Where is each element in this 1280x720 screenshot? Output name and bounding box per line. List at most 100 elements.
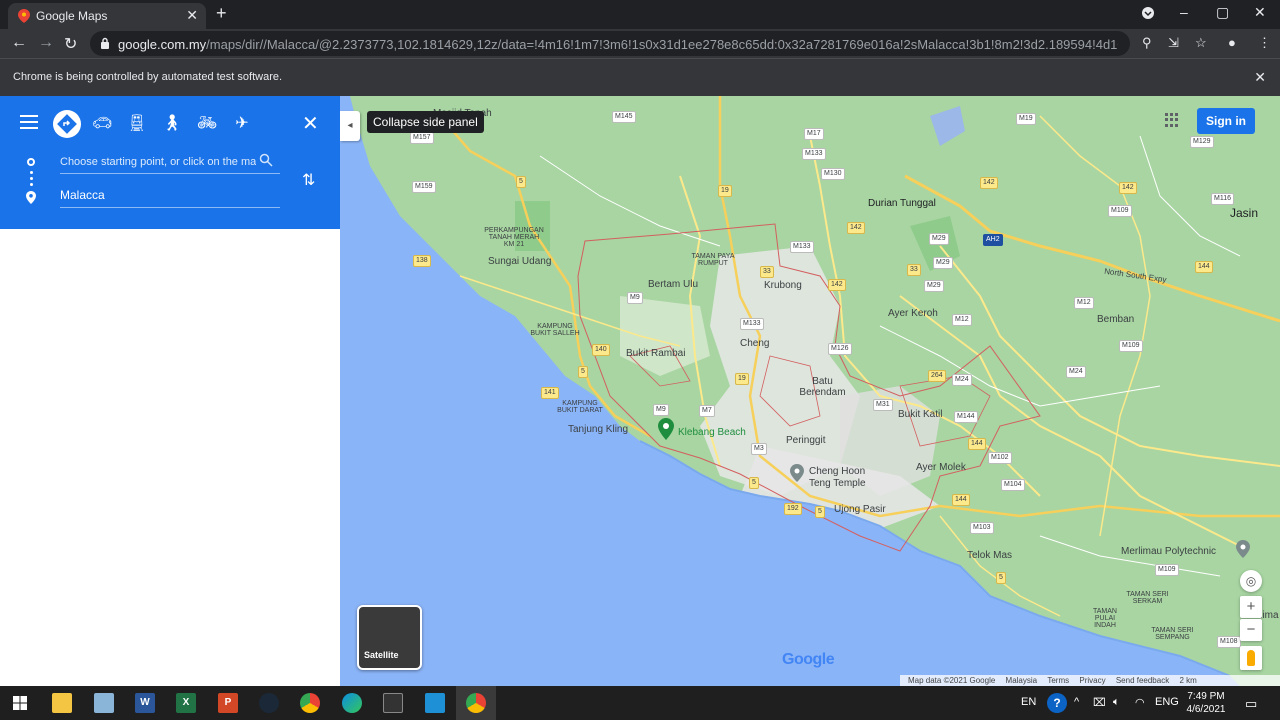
place-bukit-katil[interactable]: Bukit Katil (898, 409, 942, 420)
app-icon[interactable] (425, 693, 445, 713)
place-taman-seri-serkam[interactable]: TAMAN SERI SERKAM (1125, 591, 1170, 605)
google-logo: Google (782, 651, 835, 669)
maximize-icon[interactable]: ▢ (1216, 4, 1229, 21)
place-merlimau-polytechnic[interactable]: Merlimau Polytechnic (1121, 546, 1216, 557)
place-jasin[interactable]: Jasin (1230, 206, 1258, 220)
satellite-layer-toggle[interactable]: Satellite (357, 605, 422, 670)
place-ujong-pasir[interactable]: Ujong Pasir (834, 504, 886, 515)
place-taman-paya-rumput[interactable]: TAMAN PAYA RUMPUT (688, 253, 738, 267)
walk-icon[interactable]: 🚶︎ (159, 112, 185, 136)
volume-icon[interactable]: 🔈︎ (1113, 696, 1120, 709)
place-telok-mas[interactable]: Telok Mas (967, 550, 1012, 561)
place-bertam-ulu[interactable]: Bertam Ulu (648, 279, 698, 290)
place-krubong[interactable]: Krubong (764, 280, 802, 291)
place-cheng-hoon-teng-temple[interactable]: Cheng Hoon Teng Temple (809, 466, 879, 490)
place-peringgit[interactable]: Peringgit (786, 435, 825, 446)
bicycle-icon[interactable]: 🚲︎ (194, 112, 220, 136)
starting-point-field[interactable] (60, 152, 280, 174)
place-bemban[interactable]: Bemban (1097, 314, 1134, 325)
terms-link[interactable]: Terms (1047, 676, 1069, 685)
place-taman-seri-sempang[interactable]: TAMAN SERI SEMPANG (1150, 627, 1195, 641)
network-icon[interactable]: ⌧ (1093, 696, 1106, 709)
map-attribution: Map data ©2021 Google Malaysia Terms Pri… (900, 675, 1280, 686)
tray-overflow-icon[interactable]: ^ (1074, 696, 1079, 708)
notepad-icon[interactable] (94, 693, 114, 713)
input-language-indicator[interactable]: ENG (1155, 696, 1179, 708)
install-app-icon[interactable]: ⇲ (1168, 35, 1179, 51)
account-icon[interactable]: ● (1228, 35, 1236, 50)
word-icon[interactable]: W (135, 693, 155, 713)
place-batu-berendam[interactable]: Batu Berendam (795, 376, 850, 398)
place-kampung-bukit-darat[interactable]: KAMPUNG BUKIT DARAT (555, 400, 605, 414)
destination-field[interactable]: Malacca (60, 186, 280, 208)
starting-point-input[interactable] (60, 156, 256, 168)
place-sungai-udang[interactable]: Sungai Udang (488, 256, 551, 267)
region-link[interactable]: Malaysia (1006, 676, 1038, 685)
transit-icon[interactable]: 🚆︎ (124, 112, 150, 136)
privacy-link[interactable]: Privacy (1079, 676, 1105, 685)
browser-tab-google-maps[interactable]: Google Maps ✕ (8, 3, 206, 29)
close-directions-icon[interactable]: ✕ (302, 111, 319, 136)
reload-icon[interactable]: ↻ (64, 34, 77, 54)
windows-start-icon[interactable] (13, 696, 27, 710)
menu-icon[interactable] (20, 115, 38, 129)
wifi-icon[interactable]: ◠ (1135, 696, 1145, 709)
steam-icon[interactable] (259, 693, 279, 713)
place-tanjung-kling[interactable]: Tanjung Kling (568, 424, 628, 435)
road-shield: 144 (968, 438, 986, 450)
place-kampung-bukit-salleh[interactable]: KAMPUNG BUKIT SALLEH (530, 323, 580, 337)
tab-close-icon[interactable]: ✕ (186, 7, 198, 24)
pegman-street-view-icon[interactable] (1240, 646, 1262, 670)
address-bar[interactable]: google.com.my/maps/dir//Malacca/@2.23737… (90, 31, 1130, 56)
sign-in-button[interactable]: Sign in (1197, 108, 1255, 134)
minimize-icon[interactable]: – (1180, 4, 1188, 20)
collapse-panel-button[interactable]: ◂ (340, 111, 360, 141)
chrome-active-icon[interactable] (466, 693, 486, 713)
map-canvas[interactable]: Masjid Tanah Durian Tunggal Jasin Sungai… (340, 96, 1280, 686)
school-pin-icon[interactable] (1236, 540, 1250, 558)
place-taman-pulai-indah[interactable]: TAMAN PULAI INDAH (1085, 608, 1125, 629)
search-icon[interactable] (259, 153, 273, 167)
directions-icon[interactable] (53, 110, 81, 138)
road-shield: M17 (804, 128, 824, 140)
scale-bar[interactable]: 2 km (1179, 676, 1196, 685)
place-klebang-beach[interactable]: Klebang Beach (678, 427, 746, 438)
klebang-beach-pin-icon[interactable] (658, 418, 674, 440)
zoom-out-icon[interactable]: − (1240, 619, 1262, 641)
infobar-close-icon[interactable]: ✕ (1254, 69, 1266, 86)
bookmark-star-icon[interactable]: ☆ (1195, 35, 1207, 51)
terminal-icon[interactable] (383, 693, 403, 713)
google-apps-icon[interactable] (1165, 113, 1179, 127)
edge-icon[interactable] (342, 693, 362, 713)
help-icon[interactable]: ? (1047, 693, 1067, 713)
notification-icon[interactable]: ▭ (1245, 696, 1257, 712)
place-durian-tunggal[interactable]: Durian Tunggal (868, 198, 936, 210)
chrome-menu-icon[interactable]: ⋮ (1258, 35, 1271, 51)
file-explorer-icon[interactable] (52, 693, 72, 713)
system-clock[interactable]: 7:49 PM 4/6/2021 (1182, 690, 1230, 716)
feedback-link[interactable]: Send feedback (1116, 676, 1169, 685)
place-ayer-molek[interactable]: Ayer Molek (916, 462, 966, 473)
location-icon[interactable]: ⚲ (1142, 35, 1152, 51)
start-point-icon (27, 158, 35, 166)
back-icon[interactable]: ← (11, 34, 27, 52)
swap-directions-icon[interactable]: ⇅ (302, 170, 315, 190)
temple-pin-icon[interactable] (790, 464, 804, 482)
flight-icon[interactable]: ✈ (229, 112, 255, 136)
powerpoint-icon[interactable]: P (218, 693, 238, 713)
zoom-in-icon[interactable]: + (1240, 596, 1262, 618)
language-indicator[interactable]: EN (1021, 696, 1036, 708)
my-location-icon[interactable]: ◎ (1240, 570, 1262, 592)
lock-icon (101, 37, 109, 49)
window-close-icon[interactable]: ✕ (1254, 4, 1266, 21)
new-tab-icon[interactable]: + (216, 3, 227, 24)
car-icon[interactable]: 🚗︎ (89, 112, 115, 136)
place-perkampungan[interactable]: PERKAMPUNGAN TANAH MERAH KM 21 (483, 227, 545, 248)
forward-icon[interactable]: → (38, 34, 54, 52)
profile-menu-icon[interactable] (1141, 6, 1155, 23)
place-bukit-rambai[interactable]: Bukit Rambai (626, 348, 685, 359)
place-ayer-keroh[interactable]: Ayer Keroh (888, 308, 938, 319)
place-cheng[interactable]: Cheng (740, 338, 769, 349)
chrome-icon[interactable] (300, 693, 320, 713)
excel-icon[interactable]: X (176, 693, 196, 713)
